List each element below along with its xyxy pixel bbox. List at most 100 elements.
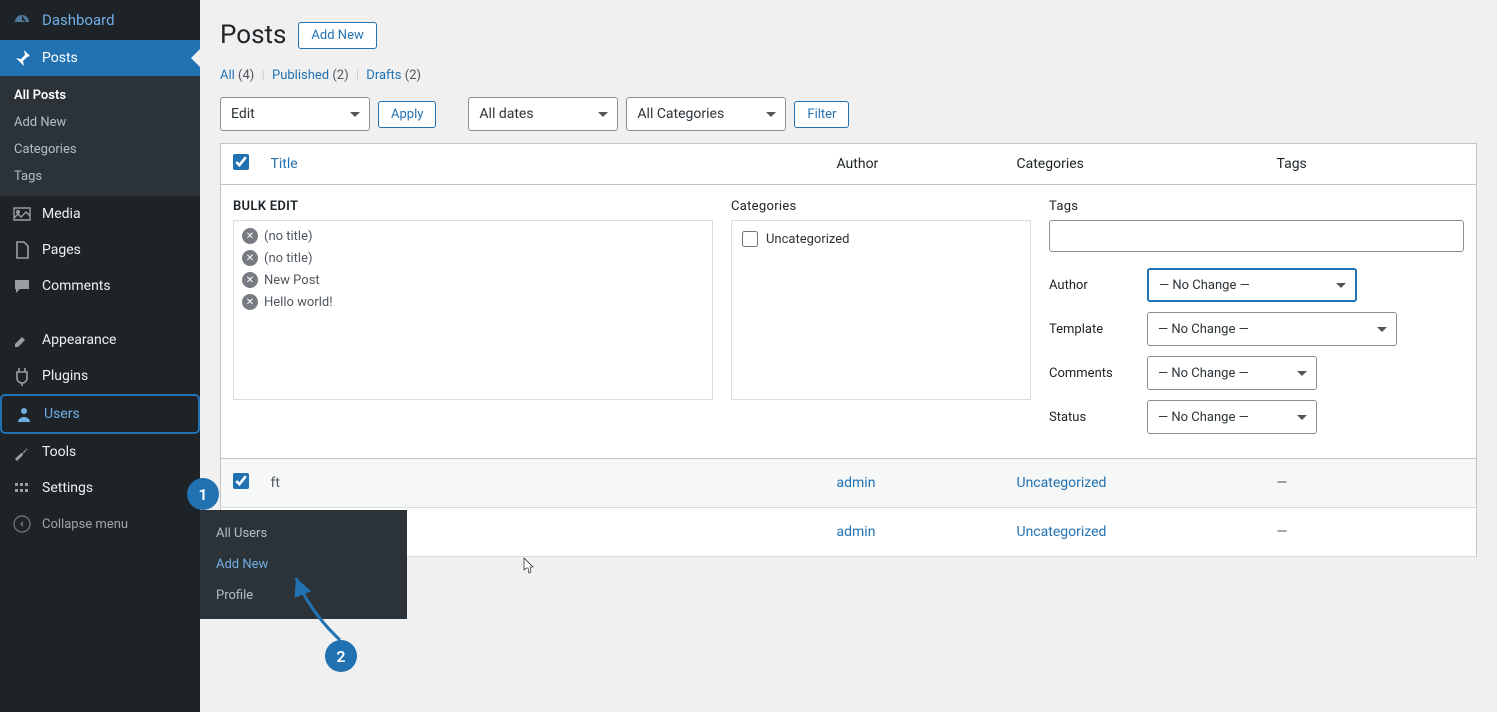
sidebar-item-posts[interactable]: Posts: [0, 40, 200, 76]
col-categories: Categories: [1007, 144, 1267, 185]
sidebar-label: Appearance: [42, 332, 116, 348]
comments-icon: [12, 276, 32, 296]
count: (4): [238, 68, 254, 83]
bulk-edit-heading: BULK EDIT: [233, 199, 713, 214]
flyout-label: Add New: [216, 557, 268, 572]
submenu-all-posts[interactable]: All Posts: [0, 82, 200, 109]
count: (2): [405, 68, 421, 83]
annotation-2: 2: [325, 640, 357, 672]
row-category[interactable]: Uncategorized: [1017, 524, 1107, 540]
row-category[interactable]: Uncategorized: [1017, 475, 1107, 491]
select-all-checkbox[interactable]: [233, 154, 249, 170]
sidebar-label: Plugins: [42, 368, 88, 384]
sidebar-item-tools[interactable]: Tools: [0, 434, 200, 470]
sidebar-label: Media: [42, 206, 81, 222]
tags-input[interactable]: [1049, 220, 1464, 252]
sidebar-label: Settings: [42, 480, 93, 496]
view-filters: All (4) | Published (2) | Drafts (2): [220, 68, 1477, 83]
submenu-add-new[interactable]: Add New: [0, 109, 200, 136]
bulk-list-item: ✕ (no title): [234, 247, 712, 269]
remove-icon[interactable]: ✕: [242, 228, 258, 244]
sidebar-item-media[interactable]: Media: [0, 196, 200, 232]
pages-icon: [12, 240, 32, 260]
sidebar-label: Tools: [42, 444, 76, 460]
bulk-action-select[interactable]: Edit: [220, 97, 370, 131]
admin-sidebar: Dashboard Posts All Posts Add New Catego…: [0, 0, 200, 712]
filter-published[interactable]: Published: [272, 68, 329, 83]
item-title: New Post: [264, 273, 320, 288]
sidebar-label: Dashboard: [42, 11, 115, 29]
sidebar-item-pages[interactable]: Pages: [0, 232, 200, 268]
table-row: (no t — Draft admin Uncategorized —: [221, 508, 1477, 557]
comments-select[interactable]: — No Change —: [1147, 356, 1317, 390]
collapse-icon: [12, 514, 32, 534]
filter-button[interactable]: Filter: [794, 101, 849, 128]
filter-all[interactable]: All: [220, 68, 235, 83]
category-checklist[interactable]: Uncategorized: [731, 220, 1031, 400]
sidebar-label: Posts: [42, 50, 78, 66]
sidebar-label: Comments: [42, 278, 111, 294]
sidebar-item-settings[interactable]: Settings: [0, 470, 200, 506]
apply-button[interactable]: Apply: [378, 101, 436, 128]
page-header: Posts Add New: [220, 20, 1477, 50]
col-author: Author: [827, 144, 1007, 185]
add-new-button[interactable]: Add New: [298, 22, 376, 49]
template-select[interactable]: — No Change —: [1147, 312, 1397, 346]
remove-icon[interactable]: ✕: [242, 294, 258, 310]
sidebar-item-dashboard[interactable]: Dashboard: [0, 0, 200, 40]
row-author[interactable]: admin: [837, 475, 876, 491]
flyout-profile[interactable]: Profile: [200, 580, 407, 611]
plugins-icon: [12, 366, 32, 386]
flyout-add-new[interactable]: Add New: [200, 549, 407, 580]
flyout-all-users[interactable]: All Users: [200, 518, 407, 549]
category-option[interactable]: Uncategorized: [742, 231, 1020, 247]
col-tags: Tags: [1267, 144, 1477, 185]
table-row: ft admin Uncategorized —: [221, 459, 1477, 508]
users-icon: [14, 404, 34, 424]
cursor-pointer-icon: [518, 556, 536, 582]
author-label: Author: [1049, 278, 1137, 293]
filter-drafts[interactable]: Drafts: [366, 68, 401, 83]
item-title: (no title): [264, 229, 313, 244]
sidebar-item-users[interactable]: Users: [0, 394, 200, 434]
filter-toolbar: Edit Apply All dates All Categories Filt…: [220, 97, 1477, 131]
sidebar-item-plugins[interactable]: Plugins: [0, 358, 200, 394]
bulk-edit-panel: BULK EDIT ✕ (no title) ✕ (no title) ✕ New P…: [221, 185, 1477, 459]
bulk-cats-heading: Categories: [731, 199, 1031, 214]
remove-icon[interactable]: ✕: [242, 272, 258, 288]
sidebar-collapse[interactable]: Collapse menu: [0, 506, 200, 542]
dashboard-icon: [12, 10, 32, 30]
tools-icon: [12, 442, 32, 462]
remove-icon[interactable]: ✕: [242, 250, 258, 266]
author-select[interactable]: — No Change —: [1147, 268, 1357, 302]
bulk-item-list[interactable]: ✕ (no title) ✕ (no title) ✕ New Post ✕ Hello…: [233, 220, 713, 400]
row-tags: —: [1277, 524, 1288, 540]
sidebar-label: Users: [44, 406, 80, 422]
row-checkbox[interactable]: [233, 473, 249, 489]
sidebar-label: Collapse menu: [42, 517, 128, 532]
item-title: Hello world!: [264, 295, 333, 310]
sidebar-label: Pages: [42, 242, 81, 258]
row-title-fragment: ft: [271, 475, 280, 491]
bulk-list-item: ✕ (no title): [234, 225, 712, 247]
posts-submenu: All Posts Add New Categories Tags: [0, 76, 200, 196]
users-flyout: All Users Add New Profile: [200, 510, 407, 619]
category-checkbox[interactable]: [742, 231, 758, 247]
sidebar-item-comments[interactable]: Comments: [0, 268, 200, 304]
category-label: Uncategorized: [766, 232, 849, 247]
submenu-categories[interactable]: Categories: [0, 136, 200, 163]
row-tags: —: [1277, 475, 1288, 491]
item-title: (no title): [264, 251, 313, 266]
media-icon: [12, 204, 32, 224]
status-select[interactable]: — No Change —: [1147, 400, 1317, 434]
submenu-tags[interactable]: Tags: [0, 163, 200, 190]
category-filter-select[interactable]: All Categories: [626, 97, 786, 131]
row-author[interactable]: admin: [837, 524, 876, 540]
status-label: Status: [1049, 410, 1137, 425]
date-filter-select[interactable]: All dates: [468, 97, 618, 131]
sidebar-item-appearance[interactable]: Appearance: [0, 322, 200, 358]
settings-icon: [12, 478, 32, 498]
page-title: Posts: [220, 20, 286, 50]
posts-table: Title Author Categories Tags BULK EDIT ✕…: [220, 143, 1477, 557]
col-title[interactable]: Title: [261, 144, 827, 185]
